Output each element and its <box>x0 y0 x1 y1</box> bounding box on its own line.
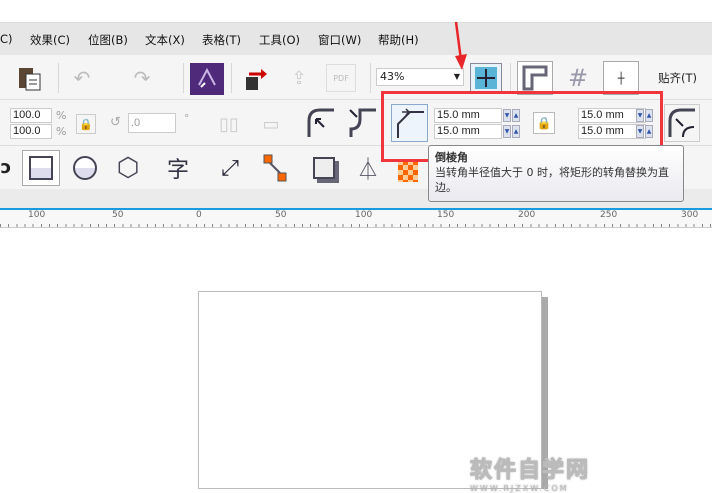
corel-connect-icon[interactable] <box>190 63 224 95</box>
lock-ratio-icon[interactable]: 🔒 <box>76 114 96 134</box>
ruler-label: 50 <box>112 210 124 220</box>
menu-table[interactable]: 表格(T) <box>202 32 241 48</box>
menu-help[interactable]: 帮助(H) <box>378 32 419 48</box>
export-icon[interactable]: ⇪ <box>284 64 314 92</box>
undo-icon[interactable]: ↶ <box>70 66 94 90</box>
ruler-label: 0 <box>196 210 202 220</box>
dimension-tool-icon[interactable]: ⤢ <box>212 150 248 186</box>
menu-bar: C) 效果(C) 位图(B) 文本(X) 表格(T) 工具(O) 窗口(W) 帮… <box>0 22 712 55</box>
rotation-input[interactable]: .0 <box>128 113 176 133</box>
degree-label: ° <box>184 112 190 125</box>
menu-bitmap[interactable]: 位图(B) <box>88 32 128 48</box>
zoom-value: 43% <box>380 70 405 83</box>
connector-tool-icon[interactable] <box>258 150 294 186</box>
title-strip <box>0 0 712 22</box>
ruler-label: 100 <box>355 210 373 220</box>
round-corner-icon[interactable] <box>304 105 338 141</box>
annotation-arrow-icon <box>454 22 467 70</box>
scalloped-corner-icon[interactable] <box>346 105 380 141</box>
ruler-label: 150 <box>437 210 455 220</box>
full-screen-preview-icon[interactable] <box>470 63 502 93</box>
ruler-label: 300 <box>681 210 699 220</box>
paste-icon[interactable] <box>16 64 44 92</box>
ruler-label: 100 <box>28 210 46 220</box>
guidelines-icon[interactable]: ┼ <box>603 61 639 95</box>
interactive-fill-tool-icon[interactable] <box>398 160 418 182</box>
tooltip-title: 倒棱角 <box>435 151 468 164</box>
drop-shadow-tool-icon[interactable] <box>306 150 342 186</box>
ruler-label: 50 <box>275 210 287 220</box>
rotate-icon: ↺ <box>110 115 121 130</box>
menu-text[interactable]: 文本(X) <box>145 32 185 48</box>
polygon-tool-icon[interactable]: ⬡ <box>110 150 146 186</box>
tooltip-body: 当转角半径值大于 0 时，将矩形的转角替换为直边。 <box>435 166 669 194</box>
percent-label: % <box>56 125 67 138</box>
mirror-vertical-icon[interactable]: ▭ <box>256 110 286 138</box>
ellipse-tool-icon[interactable] <box>68 150 102 186</box>
rectangle-tool-icon[interactable] <box>22 150 60 186</box>
menu-window[interactable]: 窗口(W) <box>318 32 361 48</box>
ruler-label: 250 <box>600 210 618 220</box>
menu-tools[interactable]: 工具(O) <box>259 32 300 48</box>
redo-icon[interactable]: ↷ <box>130 66 154 90</box>
rulers-icon[interactable] <box>517 61 553 95</box>
curve-tool-icon[interactable]: ɔ <box>0 154 12 180</box>
watermark-title: 软件自学网 <box>470 458 591 484</box>
watermark: 软件自学网 WWW.RJZXW.COM <box>470 452 640 493</box>
grid-icon[interactable]: # <box>560 61 596 95</box>
pdf-export-icon[interactable]: PDF <box>326 64 356 92</box>
menu-item-partial[interactable]: C) <box>0 32 13 46</box>
scale-x-input[interactable]: 100.0 <box>10 108 52 123</box>
percent-label: % <box>56 109 67 122</box>
scale-y-input[interactable]: 100.0 <box>10 124 52 139</box>
menu-effects[interactable]: 效果(C) <box>30 32 70 48</box>
mirror-horizontal-icon[interactable]: ▯▯ <box>214 110 244 138</box>
tooltip: 倒棱角 当转角半径值大于 0 时，将矩形的转角替换为直边。 <box>428 145 684 202</box>
ruler-ticks <box>0 224 712 227</box>
snap-to-menu[interactable]: 贴齐(T) <box>658 70 697 86</box>
text-tool-icon[interactable]: 字 <box>160 150 196 186</box>
relative-corner-scaling-icon[interactable] <box>664 104 700 142</box>
import-icon[interactable] <box>242 64 272 92</box>
ruler-label: 200 <box>518 210 536 220</box>
horizontal-ruler[interactable]: 100 50 0 50 100 150 200 250 300 <box>0 208 712 228</box>
